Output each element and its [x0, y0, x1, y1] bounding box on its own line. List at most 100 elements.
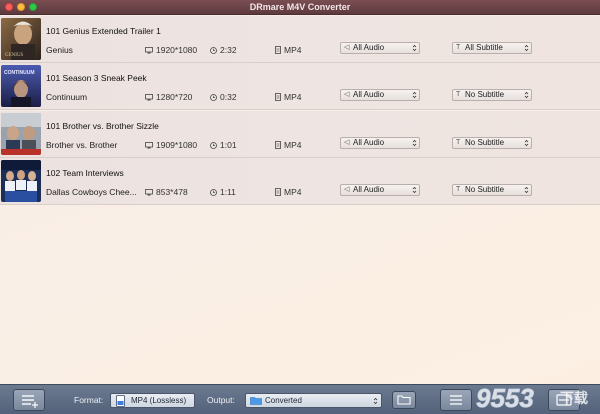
duration-info: 0:32	[210, 92, 237, 102]
chevron-updown-icon	[524, 186, 529, 194]
output-format-button[interactable]: MP4 (Lossless)	[110, 393, 195, 408]
format-value: MP4 (Lossless)	[131, 396, 187, 405]
subtitle-track-select[interactable]: T No Subtitle	[452, 89, 532, 101]
output-label: Output:	[207, 395, 235, 405]
video-row-1[interactable]: GENIUS 101 Genius Extended Trailer 1 Gen…	[0, 16, 600, 63]
duration-info: 2:32	[210, 45, 237, 55]
file-icon	[275, 46, 281, 54]
app-window: DRmare M4V Converter GENIUS 101 Genius E…	[0, 0, 600, 414]
site-watermark: 9553 下载	[462, 381, 600, 414]
format-info: MP4	[275, 92, 301, 102]
svg-text:CONTINUUM: CONTINUUM	[4, 70, 35, 76]
video-series: Dallas Cowboys Chee...	[46, 187, 137, 197]
watermark-suffix: 下载	[560, 390, 588, 407]
subtitle-icon: T	[456, 139, 461, 146]
add-list-icon	[22, 395, 38, 408]
clock-icon	[210, 142, 217, 149]
folder-icon	[250, 397, 262, 405]
chevron-updown-icon	[412, 139, 417, 147]
subtitle-track-value: No Subtitle	[465, 138, 505, 147]
subtitle-icon: T	[456, 186, 461, 193]
video-thumbnail	[1, 160, 41, 202]
resolution-info: 1909*1080	[145, 140, 197, 150]
chevron-updown-icon	[412, 186, 417, 194]
audio-icon: ◁	[344, 91, 350, 98]
chevron-updown-icon	[524, 91, 529, 99]
monitor-icon	[145, 47, 153, 54]
output-folder-select[interactable]: Converted	[245, 393, 382, 408]
video-title: 102 Team Interviews	[46, 168, 124, 178]
format-info: MP4	[275, 140, 301, 150]
subtitle-track-value: All Subtitle	[465, 43, 503, 52]
duration-value: 0:32	[220, 92, 237, 102]
output-folder-value: Converted	[265, 396, 302, 405]
video-thumbnail	[1, 113, 41, 155]
audio-icon: ◁	[344, 44, 350, 51]
chevron-updown-icon	[412, 44, 417, 52]
video-series: Genius	[46, 45, 73, 55]
duration-value: 1:01	[220, 140, 237, 150]
video-series: Continuum	[46, 92, 88, 102]
audio-track-value: All Audio	[353, 43, 385, 52]
file-icon	[275, 141, 281, 149]
file-icon	[275, 188, 281, 196]
file-icon	[275, 93, 281, 101]
subtitle-track-value: No Subtitle	[465, 90, 505, 99]
format-value: MP4	[284, 187, 302, 197]
duration-info: 1:01	[210, 140, 237, 150]
audio-icon: ◁	[344, 139, 350, 146]
video-row-3[interactable]: 101 Brother vs. Brother Sizzle Brother v…	[0, 111, 600, 158]
resolution-info: 1920*1080	[145, 45, 197, 55]
resolution-info: 853*478	[145, 187, 188, 197]
audio-icon: ◁	[344, 186, 350, 193]
open-folder-icon	[397, 395, 411, 405]
add-files-button[interactable]	[13, 389, 45, 411]
clock-icon	[210, 94, 217, 101]
monitor-icon	[145, 189, 153, 196]
format-value: MP4	[284, 92, 302, 102]
subtitle-track-select[interactable]: T No Subtitle	[452, 137, 532, 149]
watermark-number: 9553	[476, 383, 534, 413]
resolution-value: 1909*1080	[156, 140, 198, 150]
video-thumbnail: GENIUS	[1, 18, 41, 60]
title-bar: DRmare M4V Converter	[0, 0, 600, 15]
audio-track-select[interactable]: ◁ All Audio	[340, 42, 420, 54]
video-title: 101 Brother vs. Brother Sizzle	[46, 121, 159, 131]
audio-track-select[interactable]: ◁ All Audio	[340, 184, 420, 196]
mp4-file-icon	[116, 395, 125, 407]
resolution-info: 1280*720	[145, 92, 192, 102]
audio-track-select[interactable]: ◁ All Audio	[340, 89, 420, 101]
format-label: Format:	[74, 395, 104, 405]
clock-icon	[210, 189, 217, 196]
chevron-updown-icon	[524, 44, 529, 52]
audio-track-value: All Audio	[353, 138, 385, 147]
monitor-icon	[145, 94, 153, 101]
subtitle-track-select[interactable]: T All Subtitle	[452, 42, 532, 54]
format-value: MP4	[284, 45, 302, 55]
subtitle-track-select[interactable]: T No Subtitle	[452, 184, 532, 196]
resolution-value: 1280*720	[156, 92, 193, 102]
audio-track-select[interactable]: ◁ All Audio	[340, 137, 420, 149]
video-row-4[interactable]: 102 Team Interviews Dallas Cowboys Chee.…	[0, 158, 600, 205]
chevron-updown-icon	[412, 91, 417, 99]
browse-folder-button[interactable]	[392, 391, 416, 409]
format-info: MP4	[275, 187, 301, 197]
window-title: DRmare M4V Converter	[249, 2, 351, 12]
duration-value: 1:11	[220, 187, 236, 197]
format-value: MP4	[284, 140, 302, 150]
duration-value: 2:32	[220, 45, 237, 55]
video-title: 101 Season 3 Sneak Peek	[46, 73, 147, 83]
chevron-updown-icon	[373, 397, 378, 405]
chevron-updown-icon	[524, 139, 529, 147]
monitor-icon	[145, 142, 153, 149]
audio-track-value: All Audio	[353, 185, 385, 194]
subtitle-icon: T	[456, 44, 461, 51]
clock-icon	[210, 47, 217, 54]
video-series: Brother vs. Brother	[46, 140, 118, 150]
audio-track-value: All Audio	[353, 90, 385, 99]
format-info: MP4	[275, 45, 301, 55]
video-row-2[interactable]: CONTINUUM 101 Season 3 Sneak Peek Contin…	[0, 63, 600, 110]
video-title: 101 Genius Extended Trailer 1	[46, 26, 161, 36]
resolution-value: 853*478	[156, 187, 188, 197]
video-thumbnail: CONTINUUM	[1, 65, 41, 107]
